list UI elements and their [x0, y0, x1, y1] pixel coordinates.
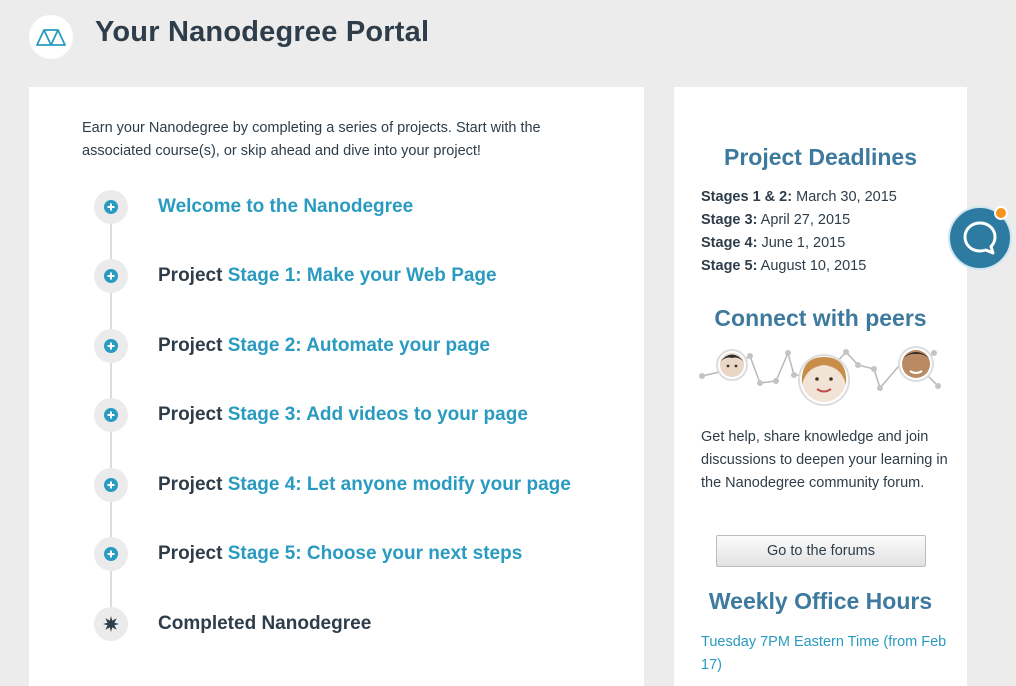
stage-link[interactable]: Stage 2: Automate your page	[228, 335, 490, 356]
plus-circle-icon[interactable]	[94, 259, 128, 293]
deadline-label: Stage 3:	[701, 212, 758, 228]
office-hours-heading: Weekly Office Hours	[708, 588, 933, 614]
deadline-row: Stage 4: June 1, 2015	[701, 232, 951, 255]
page-title: Your Nanodegree Portal	[95, 16, 430, 48]
udacity-logo-icon[interactable]	[29, 15, 73, 59]
avatar	[898, 346, 934, 382]
office-hours-link[interactable]: Tuesday 7PM Eastern Time (from Feb 17)	[701, 631, 951, 677]
deadline-row: Stages 1 & 2: March 30, 2015	[701, 186, 951, 209]
deadline-label: Stage 4:	[701, 235, 758, 251]
stage-prefix: Project	[158, 474, 228, 495]
sidebar-card: Project Deadlines Stages 1 & 2: March 30…	[674, 87, 967, 686]
deadlines-heading: Project Deadlines	[723, 144, 918, 170]
stage-prefix: Project	[158, 404, 228, 425]
completed-label: Completed Nanodegree	[158, 613, 372, 634]
stage-5[interactable]: Project Stage 5: Choose your next steps	[94, 537, 522, 571]
plus-circle-icon[interactable]	[94, 398, 128, 432]
deadline-date: August 10, 2015	[760, 258, 867, 274]
stage-1[interactable]: Project Stage 1: Make your Web Page	[94, 259, 497, 293]
stage-completed: Completed Nanodegree	[94, 607, 371, 641]
stages-card: Earn your Nanodegree by completing a ser…	[29, 87, 644, 686]
go-to-forums-button[interactable]: Go to the forums	[716, 535, 926, 567]
stage-welcome[interactable]: Welcome to the Nanodegree	[94, 190, 413, 224]
stage-link[interactable]: Welcome to the Nanodegree	[158, 196, 413, 217]
stage-4[interactable]: Project Stage 4: Let anyone modify your …	[94, 468, 571, 502]
deadline-date: March 30, 2015	[796, 189, 897, 205]
notification-dot	[994, 206, 1008, 220]
stage-prefix: Project	[158, 335, 228, 356]
deadline-row: Stage 3: April 27, 2015	[701, 209, 951, 232]
deadline-date: June 1, 2015	[761, 235, 846, 251]
deadline-row: Stage 5: August 10, 2015	[701, 255, 951, 278]
stage-link[interactable]: Stage 1: Make your Web Page	[228, 265, 497, 286]
plus-circle-icon[interactable]	[94, 537, 128, 571]
stage-prefix: Project	[158, 265, 228, 286]
deadline-label: Stages 1 & 2:	[701, 189, 793, 205]
stage-prefix: Project	[158, 543, 228, 564]
peers-heading: Connect with peers	[714, 305, 927, 331]
intro-text: Earn your Nanodegree by completing a ser…	[82, 120, 541, 159]
avatar	[716, 349, 748, 381]
peers-description: Get help, share knowledge and join discu…	[701, 429, 948, 491]
stage-link[interactable]: Stage 3: Add videos to your page	[228, 404, 528, 425]
plus-circle-icon[interactable]	[94, 468, 128, 502]
deadlines-list: Stages 1 & 2: March 30, 2015 Stage 3: Ap…	[701, 186, 951, 278]
plus-circle-icon[interactable]	[94, 329, 128, 363]
peers-network-illustration	[699, 346, 941, 406]
deadline-label: Stage 5:	[701, 258, 758, 274]
stage-3[interactable]: Project Stage 3: Add videos to your page	[94, 398, 528, 432]
star-burst-icon	[94, 607, 128, 641]
plus-circle-icon[interactable]	[94, 190, 128, 224]
stage-2[interactable]: Project Stage 2: Automate your page	[94, 329, 490, 363]
avatar	[798, 354, 850, 406]
stage-link[interactable]: Stage 5: Choose your next steps	[228, 543, 523, 564]
stage-link[interactable]: Stage 4: Let anyone modify your page	[228, 474, 571, 495]
deadline-date: April 27, 2015	[760, 212, 851, 228]
